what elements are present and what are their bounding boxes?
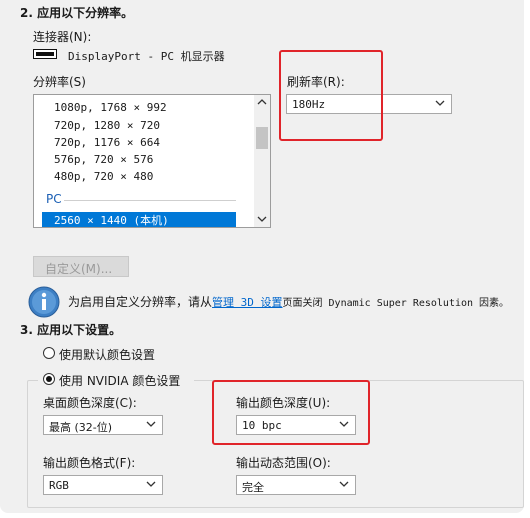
desktop-depth-select[interactable]: 最高 (32-位) xyxy=(43,415,163,435)
connector-value: DisplayPort - PC 机显示器 xyxy=(68,50,225,63)
info-text: 为启用自定义分辨率，请从 xyxy=(68,295,213,309)
connector-label: 连接器(N): xyxy=(33,30,92,44)
chevron-down-icon xyxy=(146,481,156,487)
radio-default-color[interactable] xyxy=(43,347,55,359)
resolution-label: 分辨率(S) xyxy=(33,75,86,89)
selected-resolution-item[interactable]: 2560 × 1440 (本机) xyxy=(42,212,236,227)
radio-nvidia-label: 使用 NVIDIA 颜色设置 xyxy=(59,374,181,388)
radio-nvidia-color[interactable] xyxy=(43,373,55,385)
output-range-label: 输出动态范围(O): xyxy=(236,456,331,470)
chevron-down-icon xyxy=(339,481,349,487)
chevron-down-icon xyxy=(435,100,445,106)
custom-resolution-button[interactable]: 自定义(M)... xyxy=(33,256,129,277)
annotation-box-output-depth xyxy=(212,380,370,445)
settings-panel: 2. 应用以下分辨率。 连接器(N): DisplayPort - PC 机显示… xyxy=(0,0,524,513)
list-item[interactable]: 1080p, 1768 × 992 xyxy=(54,101,167,114)
output-format-label: 输出颜色格式(F): xyxy=(43,456,136,470)
list-item[interactable]: 720p, 1280 × 720 xyxy=(54,119,160,132)
group-divider xyxy=(64,200,236,201)
info-message: 为启用自定义分辨率，请从管理 3D 设置页面关闭 Dynamic Super R… xyxy=(68,293,509,310)
section3-title: 3. 应用以下设置。 xyxy=(20,323,122,337)
group-label-pc: PC xyxy=(46,192,62,206)
chevron-up-icon[interactable] xyxy=(257,99,267,105)
manage-3d-settings-link[interactable]: 管理 3D 设置 xyxy=(212,296,283,309)
list-item[interactable]: 480p, 720 × 480 xyxy=(54,170,153,183)
output-format-select[interactable]: RGB xyxy=(43,475,163,495)
listbox-scrollbar[interactable] xyxy=(254,95,270,227)
section2-title: 2. 应用以下分辨率。 xyxy=(20,6,134,20)
scrollbar-thumb[interactable] xyxy=(256,127,268,149)
desktop-depth-label: 桌面颜色深度(C): xyxy=(43,396,137,410)
annotation-box-refresh xyxy=(279,50,383,141)
chevron-down-icon xyxy=(146,421,156,427)
info-icon xyxy=(28,286,60,318)
list-item[interactable]: 576p, 720 × 576 xyxy=(54,153,153,166)
list-item[interactable]: 720p, 1176 × 664 xyxy=(54,136,160,149)
info-text-end: 页面关闭 Dynamic Super Resolution 因素。 xyxy=(282,298,510,309)
chevron-down-icon[interactable] xyxy=(257,216,267,222)
output-range-select[interactable]: 完全 xyxy=(236,475,356,495)
display-connector-icon xyxy=(33,49,57,59)
resolution-listbox[interactable]: 1080p, 1768 × 992 720p, 1280 × 720 720p,… xyxy=(33,94,271,228)
radio-default-label: 使用默认颜色设置 xyxy=(59,348,156,362)
